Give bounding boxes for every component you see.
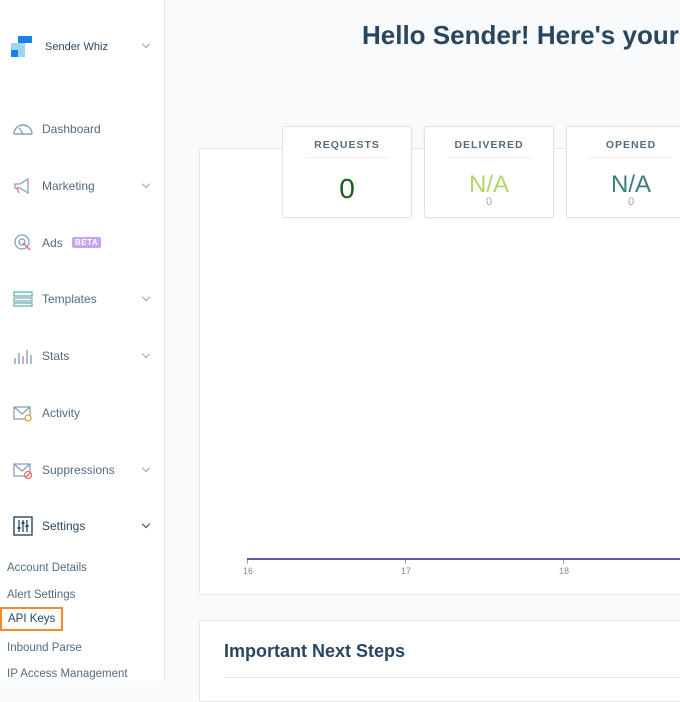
- x-axis-tick: [247, 560, 248, 564]
- sidebar-item-label: Activity: [42, 406, 81, 420]
- settings-account-details-link[interactable]: Account Details: [7, 562, 87, 574]
- settings-sliders-icon: [13, 516, 33, 536]
- divider: [305, 157, 389, 158]
- account-switcher[interactable]: Sender Whiz: [11, 35, 157, 59]
- settings-alert-settings-link[interactable]: Alert Settings: [7, 589, 75, 601]
- beta-badge: BETA: [72, 237, 102, 248]
- sidebar-item-dashboard[interactable]: Dashboard: [0, 114, 164, 144]
- chevron-down-icon: [141, 292, 151, 302]
- chevron-down-icon: [141, 463, 151, 473]
- sidebar-item-label: Ads: [42, 236, 63, 250]
- suppressions-envelope-blocked-icon: [13, 463, 33, 480]
- stat-card-opened: OPENED N/A 0: [566, 126, 680, 218]
- stat-value: N/A: [610, 171, 651, 198]
- stat-label: OPENED: [605, 139, 657, 151]
- sidebar-item-label: Templates: [42, 292, 97, 306]
- sidebar-item-label: Settings: [42, 519, 86, 533]
- dashboard-gauge-icon: [13, 124, 33, 135]
- x-axis-tick-label: 16: [242, 566, 253, 576]
- sendgrid-logo-icon: [11, 36, 33, 58]
- divider: [447, 157, 531, 158]
- x-axis-tick-label: 17: [400, 566, 411, 576]
- stat-card-delivered: DELIVERED N/A 0: [424, 126, 554, 218]
- account-name: Sender Whiz: [45, 41, 108, 53]
- sidebar-item-settings[interactable]: Settings: [0, 511, 164, 541]
- sidebar-item-templates[interactable]: Templates: [0, 284, 164, 314]
- sidebar-item-activity[interactable]: Activity: [0, 398, 164, 428]
- next-steps-title: Important Next Steps: [224, 641, 406, 661]
- stat-value: N/A: [468, 171, 509, 198]
- next-steps-panel: Important Next Steps: [199, 620, 680, 702]
- stats-bar-chart-icon: [14, 350, 32, 364]
- sidebar-item-suppressions[interactable]: Suppressions: [0, 455, 164, 485]
- divider: [589, 157, 673, 158]
- divider: [224, 677, 680, 678]
- stat-value: 0: [339, 173, 355, 204]
- stat-label: REQUESTS: [314, 139, 380, 151]
- sidebar-item-ads[interactable]: Ads BETA: [0, 228, 164, 258]
- sidebar-item-label: Stats: [42, 349, 70, 363]
- templates-icon: [13, 291, 33, 307]
- activity-envelope-search-icon: [13, 406, 32, 422]
- stat-sub-value: 0: [627, 196, 635, 208]
- chevron-down-icon: [141, 519, 151, 529]
- sidebar: Sender Whiz Dashboard Marketing Ads BETA: [0, 0, 165, 681]
- sidebar-item-stats[interactable]: Stats: [0, 341, 164, 371]
- x-axis-tick: [563, 560, 564, 564]
- settings-inbound-parse-link[interactable]: Inbound Parse: [7, 642, 82, 654]
- chevron-down-icon: [141, 349, 151, 359]
- sidebar-item-label: Dashboard: [42, 122, 101, 136]
- settings-api-keys-link[interactable]: API Keys: [0, 607, 64, 631]
- chevron-down-icon: [141, 39, 151, 49]
- sidebar-item-marketing[interactable]: Marketing: [0, 171, 164, 201]
- x-axis-tick-label: 18: [558, 566, 569, 576]
- chevron-down-icon: [141, 179, 151, 189]
- chart-series-line: [247, 558, 680, 560]
- stat-sub-value: 0: [485, 196, 493, 208]
- ads-target-icon: [14, 234, 31, 251]
- megaphone-icon: [14, 177, 29, 195]
- sidebar-item-label: Marketing: [42, 179, 95, 193]
- stat-card-requests: REQUESTS 0: [282, 126, 412, 218]
- page-title: Hello Sender! Here's your: [362, 20, 679, 50]
- stat-label: DELIVERED: [454, 139, 524, 151]
- sidebar-item-label: Suppressions: [42, 463, 115, 477]
- x-axis-tick: [405, 560, 406, 564]
- settings-ip-access-link[interactable]: IP Access Management: [7, 668, 128, 680]
